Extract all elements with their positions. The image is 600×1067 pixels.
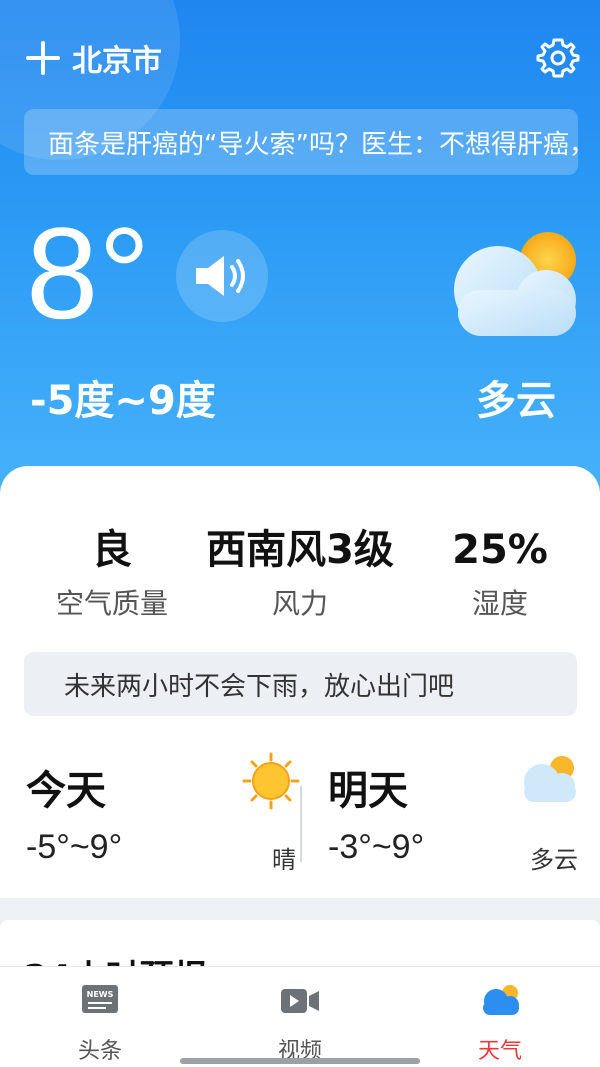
tomorrow-range: -3°~9° <box>328 828 425 866</box>
wind-stat: 西南风3级 风力 <box>190 526 410 622</box>
weather-hero: 北京市 面条是肝癌的“导火索”吗？医生：不想得肝癌，这4种食物要少吃 8° <box>0 0 600 520</box>
speaker-icon <box>196 256 245 296</box>
weather-cloud-icon <box>483 985 519 1015</box>
air-quality-label: 空气质量 <box>55 587 168 620</box>
today-condition: 晴 <box>272 846 296 874</box>
video-icon <box>281 989 319 1013</box>
today-range: -5°~9° <box>26 828 123 866</box>
home-indicator[interactable] <box>180 1058 420 1064</box>
tab-headlines[interactable]: NEWS 头条 <box>0 983 200 1065</box>
wind-value: 西南风3级 <box>206 527 394 573</box>
weather-detail-card: 良 空气质量 西南风3级 风力 25% 湿度 未来两小时不会下雨，放心出门吧 今… <box>0 466 600 898</box>
news-icon: NEWS <box>82 985 118 1013</box>
today-temperature-range: -5度~9度 <box>30 378 216 424</box>
voice-broadcast-button[interactable] <box>176 230 268 322</box>
tomorrow-label: 明天 <box>328 768 408 814</box>
air-quality-stat[interactable]: 良 空气质量 <box>2 526 222 622</box>
svg-text:NEWS: NEWS <box>87 990 114 999</box>
rain-forecast-tip: 未来两小时不会下雨，放心出门吧 <box>24 652 577 716</box>
city-name[interactable]: 北京市 <box>72 36 162 80</box>
today-label: 今天 <box>26 768 106 814</box>
wind-label: 风力 <box>271 587 328 620</box>
cloudy-icon <box>524 756 576 802</box>
humidity-stat: 25% 湿度 <box>390 526 600 622</box>
sunny-icon <box>242 752 300 810</box>
cloudy-weather-icon <box>454 232 576 336</box>
news-headline[interactable]: 面条是肝癌的“导火索”吗？医生：不想得肝癌，这4种食物要少吃 <box>24 124 578 161</box>
tab-label: 天气 <box>477 1039 522 1064</box>
bottom-tab-bar: NEWS 头条 视频 天气 <box>0 966 600 1067</box>
today-forecast[interactable]: 今天 -5°~9° 晴 <box>26 750 300 874</box>
add-city-icon[interactable] <box>24 38 64 78</box>
settings-gear-icon[interactable] <box>536 36 580 80</box>
humidity-label: 湿度 <box>471 587 528 620</box>
humidity-value: 25% <box>452 527 548 573</box>
tomorrow-condition: 多云 <box>530 846 578 874</box>
current-condition: 多云 <box>476 378 556 424</box>
news-ticker[interactable]: 面条是肝癌的“导火索”吗？医生：不想得肝癌，这4种食物要少吃 <box>24 109 578 175</box>
tomorrow-forecast[interactable]: 明天 -3°~9° 多云 <box>328 750 578 874</box>
tab-video[interactable]: 视频 <box>200 983 400 1065</box>
tab-label: 头条 <box>77 1039 122 1064</box>
tab-weather[interactable]: 天气 <box>400 983 600 1065</box>
current-temperature: 8° <box>26 200 151 346</box>
forecast-divider <box>300 786 302 862</box>
air-quality-value: 良 <box>92 527 132 573</box>
top-bar: 北京市 <box>24 36 580 80</box>
